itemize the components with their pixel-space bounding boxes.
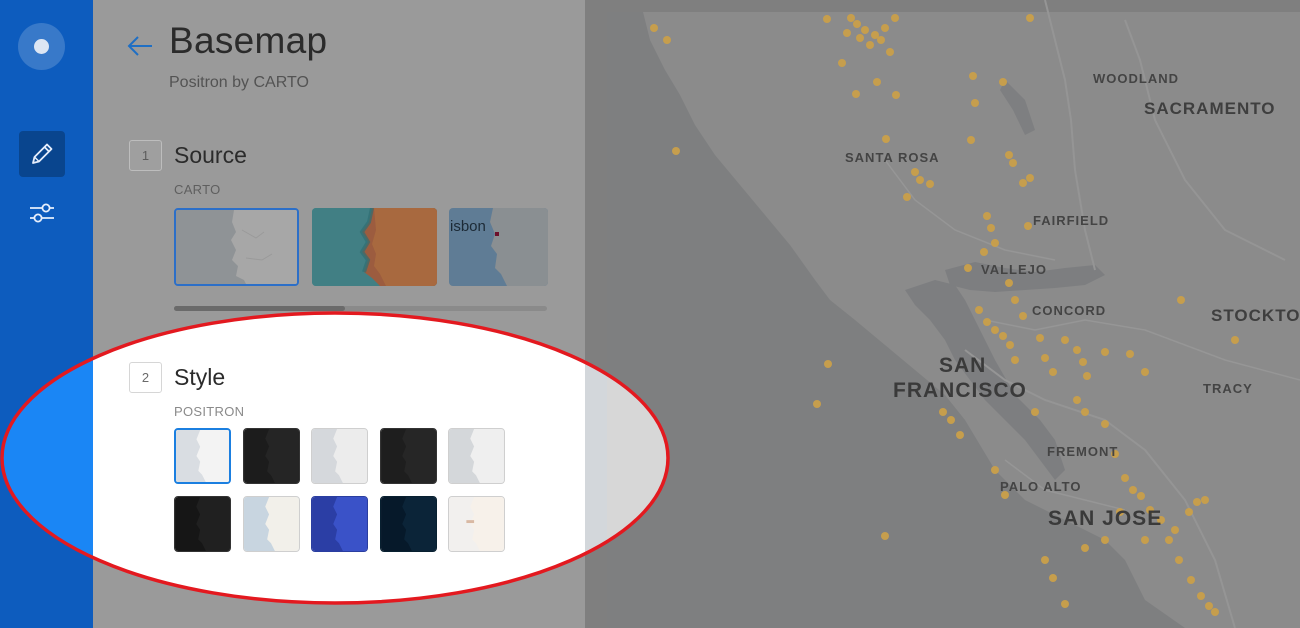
page-title: Basemap (169, 20, 328, 61)
source-scrollbar[interactable] (174, 306, 547, 311)
style-option-voyager[interactable] (243, 496, 300, 552)
style-option-dark-matter-lite[interactable] (380, 428, 437, 484)
source-provider-label: CARTO (174, 182, 221, 197)
style-sublabel: POSITRON (174, 404, 245, 419)
style-option-positron[interactable] (174, 428, 231, 484)
style-option-blue[interactable] (311, 496, 368, 552)
city-label-fairfield: FAIRFIELD (1033, 213, 1110, 228)
city-label-vallejo: VALLEJO (981, 262, 1047, 277)
step-number-source: 1 (129, 140, 162, 171)
logo-icon[interactable] (18, 23, 65, 70)
step-number-style: 2 (129, 362, 162, 393)
map-canvas[interactable] (585, 0, 1300, 628)
city-label-woodland: WOODLAND (1093, 71, 1179, 86)
filters-button[interactable] (19, 190, 65, 236)
app-screen: Basemap Positron by CARTO 1 Source CARTO (0, 0, 1300, 628)
pencil-icon (32, 143, 53, 164)
sliders-icon (30, 203, 54, 223)
city-label-palo-alto: PALO ALTO (1000, 479, 1082, 494)
scrollbar-thumb[interactable] (174, 306, 345, 311)
city-label-san: SAN (939, 354, 987, 377)
city-label-concord: CONCORD (1032, 303, 1107, 318)
style-option-positron-lite[interactable] (311, 428, 368, 484)
city-label-santa-rosa: SANTA ROSA (845, 150, 940, 165)
style-option-positron-nolabels[interactable] (448, 428, 505, 484)
city-label-san-jose: SAN JOSE (1048, 507, 1163, 530)
style-option-dark-nolabels[interactable] (174, 496, 231, 552)
city-label-fremont: FREMONT (1047, 444, 1119, 459)
page-subtitle: Positron by CARTO (169, 74, 309, 91)
source-option-carto[interactable] (174, 208, 299, 286)
source-option-watercolor[interactable] (312, 208, 437, 286)
sidebar-rail (0, 0, 93, 628)
arrow-left-icon[interactable] (126, 34, 154, 58)
map-view[interactable]: WOODLAND SACRAMENTO SANTA ROSA FAIRFIELD… (585, 0, 1300, 628)
city-label-tracy: TRACY (1203, 381, 1253, 396)
source-option-voyager[interactable]: isbon (449, 208, 548, 286)
city-label-francisco: FRANCISCO (893, 379, 1027, 402)
style-option-dark-matter[interactable] (243, 428, 300, 484)
style-option-navy[interactable] (380, 496, 437, 552)
style-option-antique[interactable] (448, 496, 505, 552)
step-label-style: Style (174, 364, 226, 390)
step-label-source: Source (174, 142, 247, 168)
source-thumb-text: isbon (450, 218, 486, 235)
edit-layers-button[interactable] (19, 131, 65, 177)
city-label-stockton: STOCKTON (1211, 306, 1300, 325)
city-label-sacramento: SACRAMENTO (1144, 99, 1276, 118)
